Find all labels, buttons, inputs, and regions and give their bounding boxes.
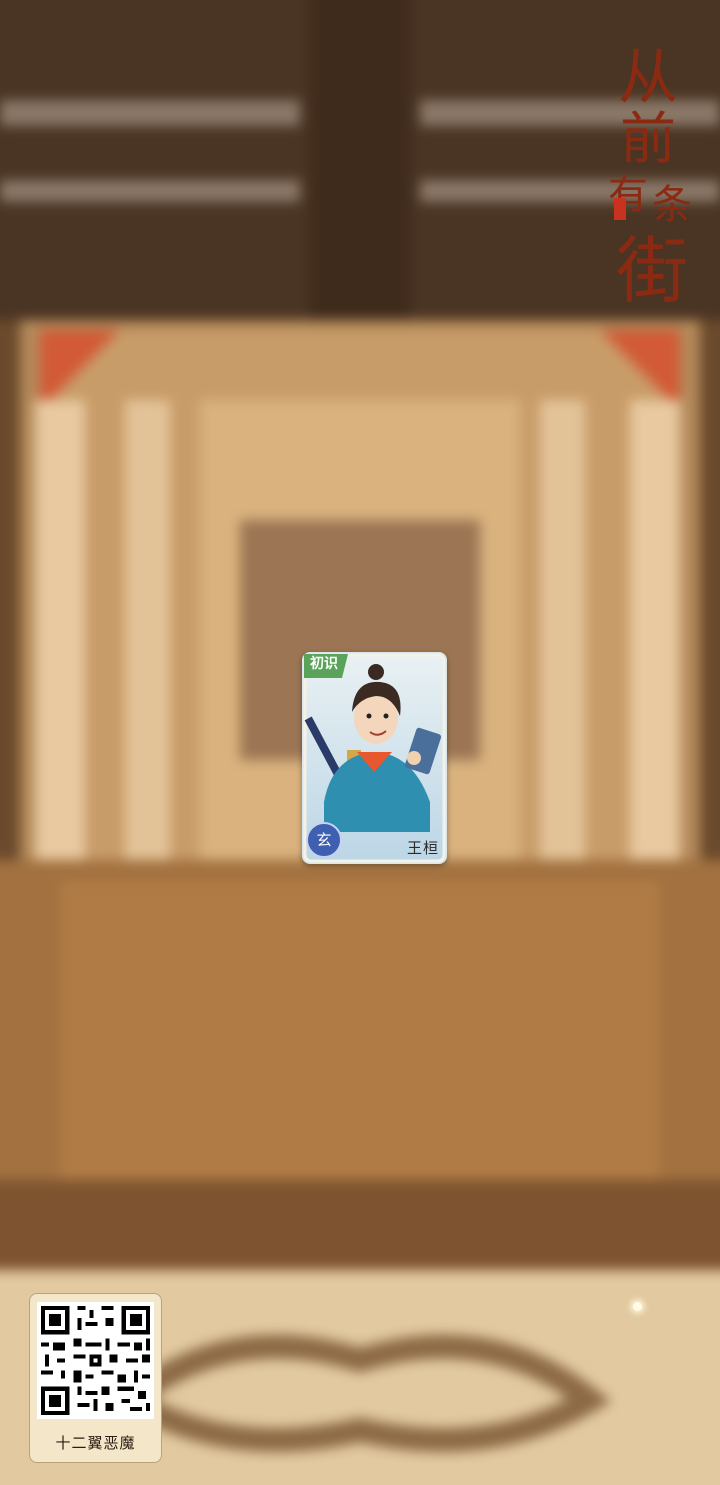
qr-code-image — [37, 1302, 154, 1419]
sparkle-dot — [633, 1302, 642, 1311]
logo-char-5: 街 — [616, 229, 688, 306]
card-character-name: 王桓 — [406, 839, 439, 857]
game-logo: 从 前 有 条 街 — [600, 36, 696, 313]
qr-code-label: 十二翼恶魔 — [55, 1434, 136, 1452]
qr-code-icon — [37, 1302, 154, 1419]
qr-code-panel: 十二翼恶魔 — [29, 1293, 162, 1463]
logo-char-2: 前 — [620, 107, 676, 172]
character-card[interactable]: 初识 玄 王桓 — [302, 652, 447, 864]
game-scene: 从 前 有 条 街 初识 玄 王桓 十二翼恶魔 — [0, 0, 720, 1485]
card-grade-badge: 玄 — [306, 822, 342, 858]
card-tag-label: 初识 — [310, 656, 338, 672]
logo-seal — [614, 198, 626, 220]
logo-char-4: 条 — [652, 182, 692, 228]
game-logo-art: 从 前 有 条 街 — [608, 43, 692, 313]
logo-char-1: 从 — [618, 43, 678, 113]
